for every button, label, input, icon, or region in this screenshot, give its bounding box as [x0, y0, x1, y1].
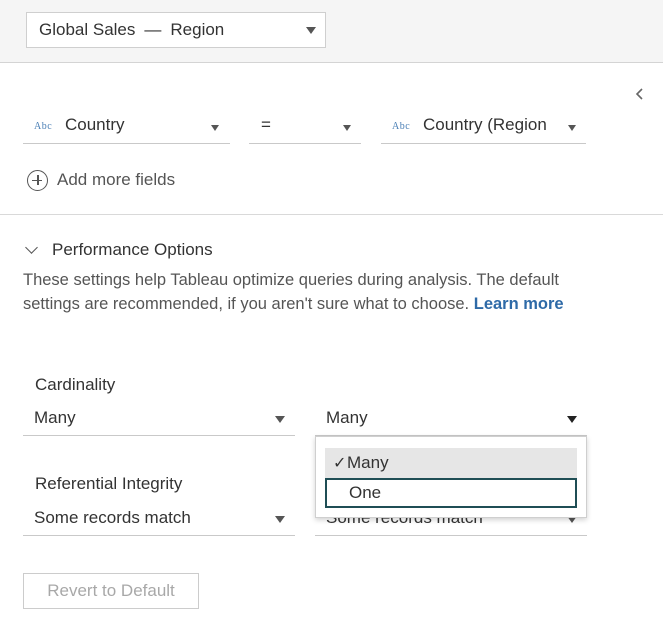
- dropdown-option-label: One: [349, 483, 382, 502]
- datasource-name: Global Sales: [39, 20, 136, 39]
- section-divider: [0, 214, 663, 215]
- right-join-field[interactable]: Abc Country (Region: [381, 108, 586, 144]
- caret-down-icon: [275, 516, 285, 523]
- join-operator-select[interactable]: =: [249, 108, 361, 144]
- datasource-select[interactable]: Global Sales — Region: [26, 12, 326, 48]
- left-join-field[interactable]: Abc Country: [23, 108, 230, 144]
- referential-integrity-label: Referential Integrity: [35, 474, 183, 493]
- performance-options-toggle[interactable]: Performance Options: [25, 240, 213, 260]
- caret-down-icon: [275, 416, 285, 423]
- left-cardinality-select[interactable]: Many: [23, 406, 295, 436]
- left-cardinality-value: Many: [34, 408, 76, 427]
- cardinality-label: Cardinality: [35, 375, 116, 394]
- add-more-fields-button[interactable]: Add more fields: [27, 168, 175, 192]
- cardinality-dropdown-menu: ✓ Many One: [315, 436, 587, 518]
- caret-down-icon: [568, 125, 576, 131]
- caret-down-icon: [306, 27, 316, 34]
- caret-down-icon: [343, 125, 351, 131]
- dropdown-option-label: Many: [347, 453, 389, 472]
- right-cardinality-select[interactable]: Many: [315, 406, 587, 436]
- datasource-table: Region: [170, 20, 225, 39]
- chevron-down-icon: [25, 241, 38, 254]
- caret-down-icon: [567, 416, 577, 423]
- add-more-fields-label: Add more fields: [57, 170, 176, 189]
- abc-type-icon: Abc: [392, 121, 411, 132]
- join-clause-row: Abc Country = Abc Country (Region: [0, 108, 663, 144]
- datasource-separator: —: [144, 20, 162, 39]
- learn-more-link[interactable]: Learn more: [474, 295, 564, 313]
- abc-type-icon: Abc: [34, 121, 53, 132]
- left-integrity-select[interactable]: Some records match: [23, 506, 295, 536]
- plus-circle-icon: [27, 169, 48, 191]
- check-icon: ✓: [333, 455, 347, 472]
- right-join-field-name: Country (Region: [423, 115, 547, 134]
- collapse-panel-icon[interactable]: [633, 85, 647, 103]
- performance-description: These settings help Tableau optimize que…: [23, 268, 603, 316]
- join-operator: =: [261, 115, 271, 134]
- top-bar: Global Sales — Region: [0, 0, 663, 63]
- right-cardinality-value: Many: [326, 408, 368, 427]
- revert-to-default-button[interactable]: Revert to Default: [23, 573, 199, 609]
- left-integrity-value: Some records match: [34, 508, 191, 527]
- caret-down-icon: [211, 125, 219, 131]
- dropdown-option-one[interactable]: One: [325, 478, 577, 508]
- left-join-field-name: Country: [65, 115, 125, 134]
- performance-options-title: Performance Options: [52, 240, 213, 259]
- dropdown-option-many[interactable]: ✓ Many: [325, 448, 577, 478]
